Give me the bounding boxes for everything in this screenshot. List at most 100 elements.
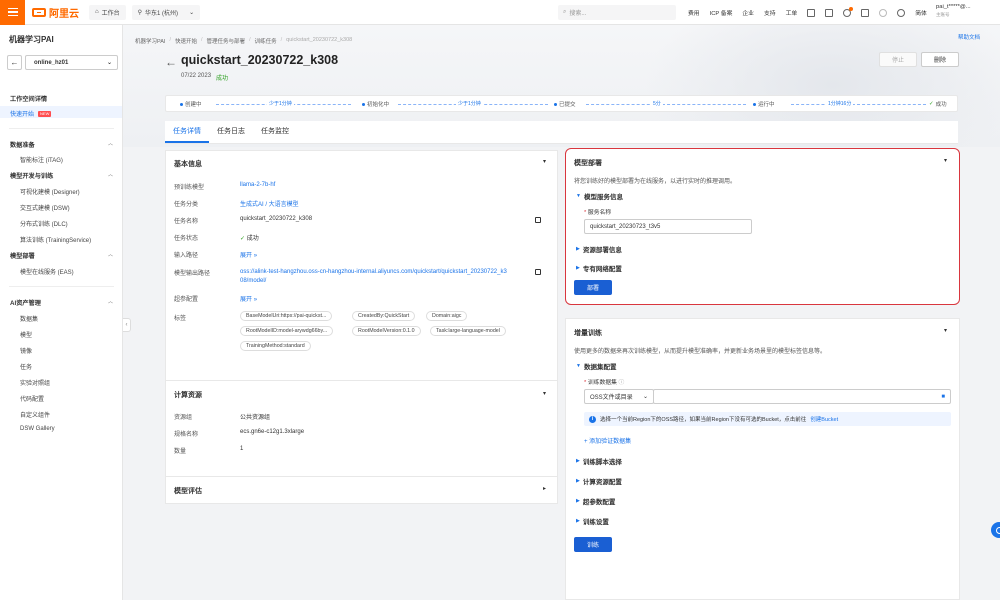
field-label: 预训练模型 <box>174 185 205 191</box>
tag: TrainingMethod:standard <box>240 341 311 351</box>
section-vpc-config[interactable]: ▶ 专有网络配置 <box>576 263 622 273</box>
field-label: 任务名称 <box>174 219 199 225</box>
caret-down-icon[interactable]: ▾ <box>543 390 546 397</box>
pretrained-model-link[interactable]: llama-2-7b-hf <box>240 182 275 188</box>
copy-icon[interactable] <box>535 269 541 275</box>
create-bucket-link[interactable]: 创建Bucket <box>810 415 838 423</box>
sidebar-item-code-config[interactable]: 代码配置 <box>20 394 44 403</box>
section-training-script[interactable]: ▶ 训练脚本选择 <box>576 456 622 466</box>
tab-job-logs[interactable]: 任务日志 <box>209 121 253 143</box>
bell-icon[interactable] <box>843 6 854 17</box>
service-name-input[interactable]: quickstart_20230723_t3v5 <box>584 219 752 234</box>
chevron-down-icon: ⌄ <box>642 394 648 400</box>
menu-icon[interactable] <box>0 0 25 25</box>
expand-hyperparams[interactable]: 展开 » <box>240 294 257 303</box>
link-icp[interactable]: ICP 备案 <box>710 8 733 17</box>
sidebar-item-experiments[interactable]: 实验对照组 <box>20 378 50 387</box>
sidebar-item-jobs[interactable]: 任务 <box>20 362 32 371</box>
section-training-settings[interactable]: ▶ 训练设置 <box>576 516 609 526</box>
user-menu[interactable]: pai_t*****@... 主账号 <box>936 3 971 19</box>
sidebar-item-designer[interactable]: 可视化建模 (Designer) <box>20 187 80 196</box>
back-arrow-icon[interactable]: ← <box>165 55 177 69</box>
sidebar-item-dsw-gallery[interactable]: DSW Gallery <box>20 426 55 432</box>
sidebar-group-ai-assets[interactable]: AI资产管理 <box>10 298 41 307</box>
field-label: 超参配置 <box>174 297 199 303</box>
task-category-link[interactable]: 生成式AI / 大语言模型 <box>240 199 299 208</box>
stop-button[interactable]: 停止 <box>879 52 917 67</box>
sidebar-item-images[interactable]: 镜像 <box>20 346 32 355</box>
section-dataset-config[interactable]: ▼ 数据集配置 <box>576 361 616 371</box>
expand-input-path[interactable]: 展开 » <box>240 250 257 259</box>
sidebar-item-models[interactable]: 模型 <box>20 330 32 339</box>
sidebar-item-training-service[interactable]: 算法训练 (TrainingService) <box>20 235 91 244</box>
sidebar-item-datasets[interactable]: 数据集 <box>20 314 38 323</box>
sidebar-group-data-prep[interactable]: 数据准备 <box>10 140 35 149</box>
sidebar-item-eas[interactable]: 模型在线服务 (EAS) <box>20 267 74 276</box>
language-switch[interactable]: 简体 <box>915 8 927 17</box>
timeline-step: 初始化中 <box>362 100 389 108</box>
caret-down-icon: ▼ <box>576 193 581 199</box>
sidebar-item-custom-components[interactable]: 自定义组件 <box>20 410 50 419</box>
job-date: 07/22 2023 <box>181 73 212 79</box>
section-resource-info[interactable]: ▶ 资源部署信息 <box>576 244 622 254</box>
sidebar-item-workspace-detail[interactable]: 工作空间详情 <box>10 94 47 103</box>
workspace-selector[interactable]: online_hz01 ⌄ <box>25 55 118 70</box>
tab-job-details[interactable]: 任务详情 <box>165 121 209 143</box>
help-icon[interactable] <box>897 8 906 17</box>
breadcrumb-item[interactable]: 快速开始 <box>175 37 197 45</box>
global-search-input[interactable]: ⌕ 搜索... <box>558 5 676 20</box>
link-support[interactable]: 支持 <box>764 8 776 17</box>
add-validation-dataset-link[interactable]: + 添加验证数据集 <box>584 436 631 445</box>
output-path-link[interactable]: oss://alink-test-hangzhou.oss-cn-hangzho… <box>240 268 530 286</box>
section-hyperparams[interactable]: ▶ 超参数配置 <box>576 496 615 506</box>
caret-down-icon[interactable]: ▾ <box>944 327 947 334</box>
section-compute-config[interactable]: ▶ 计算资源配置 <box>576 476 622 486</box>
bulb-icon[interactable] <box>879 8 888 17</box>
aliyun-logo[interactable]: 阿里云 <box>32 5 79 20</box>
dataset-source-select[interactable]: OSS文件或目录 ⌄ <box>584 389 654 404</box>
breadcrumb-item[interactable]: 训练任务 <box>255 37 277 45</box>
copy-icon[interactable] <box>535 217 541 223</box>
timeline-duration: 少于1分钟 <box>456 100 483 107</box>
delete-button[interactable]: 删除 <box>921 52 959 67</box>
model-eval-card[interactable]: 模型评估 ▸ <box>165 476 558 504</box>
train-button[interactable]: 训练 <box>574 537 612 552</box>
dataset-path-input[interactable]: ■ <box>653 389 951 404</box>
chat-assistant-icon[interactable] <box>991 522 1000 538</box>
back-arrow-icon[interactable]: ← <box>7 55 22 70</box>
link-cost[interactable]: 费用 <box>688 8 700 17</box>
deploy-button[interactable]: 部署 <box>574 280 612 295</box>
sidebar-item-quickstart[interactable]: 快速开始 NEW <box>10 109 52 118</box>
breadcrumb-item[interactable]: 管理任务与部署 <box>207 37 246 45</box>
help-docs-link[interactable]: 帮助文档 <box>958 33 980 41</box>
divider <box>9 128 114 129</box>
caret-down-icon[interactable]: ▾ <box>543 158 546 165</box>
tab-job-monitor[interactable]: 任务监控 <box>253 121 297 143</box>
cart-icon[interactable] <box>825 8 834 17</box>
sidebar-item-dlc[interactable]: 分布式训练 (DLC) <box>20 219 68 228</box>
check-icon: ✓ <box>929 101 934 107</box>
breadcrumb-item[interactable]: 机器学习PAI <box>135 37 165 45</box>
caret-down-icon[interactable]: ▾ <box>944 157 947 164</box>
sidebar-item-itag[interactable]: 智能标注 (iTAG) <box>20 155 63 164</box>
link-ticket[interactable]: 工单 <box>786 8 798 17</box>
screen-icon[interactable] <box>807 8 816 17</box>
link-enterprise[interactable]: 企业 <box>742 8 754 17</box>
region-selector[interactable]: ⚲ 华东1 (杭州) ⌄ <box>131 4 201 20</box>
chevron-up-icon[interactable]: ︿ <box>108 171 113 178</box>
model-deploy-card: 模型部署 ▾ 将您训练好的模型部署为在线服务，以进行实时的推理调用。 ▼ 模型服务… <box>565 148 960 305</box>
chevron-up-icon[interactable]: ︿ <box>108 251 113 258</box>
sidebar-group-model-dev[interactable]: 模型开发与训练 <box>10 171 53 180</box>
sidebar-group-deploy[interactable]: 模型部署 <box>10 251 35 260</box>
timeline-step: 运行中 <box>753 100 775 108</box>
workbench-button[interactable]: ⌂ 工作台 <box>89 4 126 20</box>
caret-right-icon: ▶ <box>576 265 580 271</box>
chevron-up-icon[interactable]: ︿ <box>108 140 113 147</box>
sidebar-item-dsw[interactable]: 交互式建模 (DSW) <box>20 203 70 212</box>
grid-icon[interactable] <box>861 8 870 17</box>
chevron-up-icon[interactable]: ︿ <box>108 298 113 305</box>
caret-right-icon[interactable]: ▸ <box>543 485 546 492</box>
search-icon: ⌕ <box>563 9 567 15</box>
top-links: 费用 ICP 备案 企业 支持 工单 简体 <box>688 0 927 25</box>
section-service-info[interactable]: ▼ 模型服务信息 <box>576 191 623 201</box>
